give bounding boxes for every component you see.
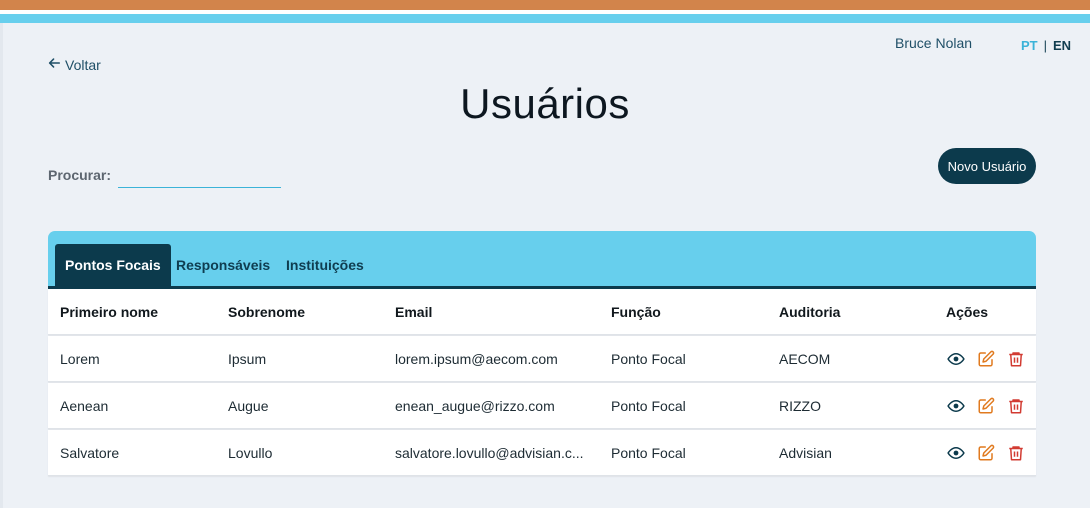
cell-audit: Advisian — [779, 445, 832, 461]
users-table: Primeiro nome Sobrenome Email Função Aud… — [48, 289, 1036, 477]
table-header-row: Primeiro nome Sobrenome Email Função Aud… — [48, 289, 1036, 335]
search-input[interactable] — [118, 166, 281, 188]
cell-last-name: Lovullo — [228, 445, 273, 461]
column-header-first-name: Primeiro nome — [60, 304, 159, 320]
cell-role: Ponto Focal — [611, 398, 686, 414]
cell-actions — [946, 336, 1036, 382]
table-row: Salvatore Lovullo salvatore.lovullo@advi… — [48, 430, 1036, 476]
cell-role: Ponto Focal — [611, 445, 686, 461]
trash-icon[interactable] — [1006, 443, 1026, 463]
arrow-left-icon — [47, 56, 61, 73]
column-header-role: Função — [611, 304, 661, 320]
cell-first-name: Salvatore — [60, 445, 120, 461]
language-switcher: PT | EN — [1021, 38, 1071, 53]
cell-email: lorem.ipsum@aecom.com — [395, 351, 558, 367]
cell-last-name: Ipsum — [228, 351, 267, 367]
cell-audit: RIZZO — [779, 398, 821, 414]
table-row: Aenean Augue enean_augue@rizzo.com Ponto… — [48, 383, 1036, 429]
column-header-audit: Auditoria — [779, 304, 841, 320]
users-panel: Pontos Focais Responsáveis Instituições … — [48, 231, 1036, 476]
eye-icon[interactable] — [946, 349, 966, 369]
cell-audit: AECOM — [779, 351, 831, 367]
back-link[interactable]: Voltar — [47, 56, 101, 73]
cell-email: salvatore.lovullo@advisian.c... — [395, 445, 584, 461]
cell-first-name: Lorem — [60, 351, 100, 367]
table-row: Lorem Ipsum lorem.ipsum@aecom.com Ponto … — [48, 336, 1036, 382]
tab-bar: Pontos Focais Responsáveis Instituições — [48, 231, 1036, 289]
trash-icon[interactable] — [1006, 396, 1026, 416]
new-user-button[interactable]: Novo Usuário — [938, 148, 1036, 184]
top-blue-stripe — [0, 14, 1090, 23]
cell-last-name: Augue — [228, 398, 269, 414]
cell-first-name: Aenean — [60, 398, 109, 414]
edit-icon[interactable] — [976, 349, 996, 369]
tab-pontos-focais[interactable]: Pontos Focais — [55, 244, 171, 286]
back-label: Voltar — [65, 56, 101, 73]
column-header-email: Email — [395, 304, 433, 320]
cell-email: enean_augue@rizzo.com — [395, 398, 555, 414]
eye-icon[interactable] — [946, 396, 966, 416]
eye-icon[interactable] — [946, 443, 966, 463]
column-header-actions: Ações — [946, 304, 989, 320]
edit-icon[interactable] — [976, 443, 996, 463]
cell-actions — [946, 383, 1036, 429]
page-title: Usuários — [460, 80, 630, 127]
lang-en-link[interactable]: EN — [1053, 38, 1071, 53]
cell-actions — [946, 430, 1036, 476]
top-orange-stripe — [0, 0, 1090, 10]
lang-separator: | — [1043, 38, 1048, 53]
lang-pt-link[interactable]: PT — [1021, 38, 1038, 53]
trash-icon[interactable] — [1006, 349, 1026, 369]
column-header-last-name: Sobrenome — [228, 304, 306, 320]
edit-icon[interactable] — [976, 396, 996, 416]
user-name[interactable]: Bruce Nolan — [895, 35, 972, 51]
search-label: Procurar: — [48, 167, 112, 183]
cell-role: Ponto Focal — [611, 351, 686, 367]
tab-instituicoes[interactable]: Instituições — [276, 244, 374, 286]
tab-responsaveis[interactable]: Responsáveis — [166, 244, 280, 286]
